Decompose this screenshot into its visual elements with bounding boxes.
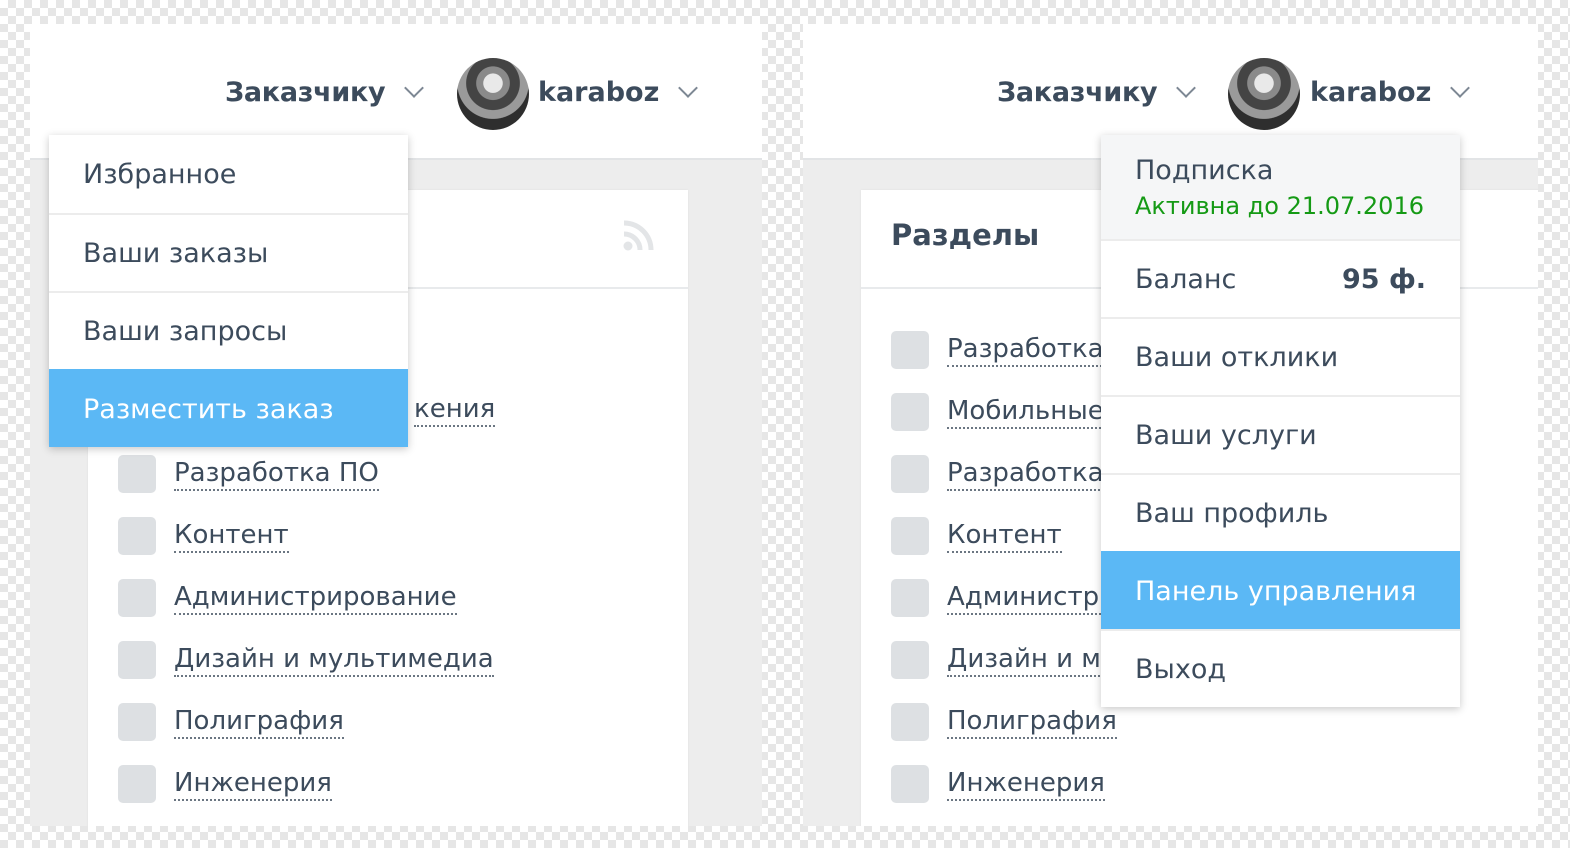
category-item[interactable]: Разработка ПО: [118, 454, 379, 494]
category-label: Разработка ПО: [174, 457, 379, 491]
category-item[interactable]: Администрирование: [118, 578, 457, 618]
category-item[interactable]: Администрир: [891, 578, 1133, 618]
category-checkbox[interactable]: [891, 703, 929, 741]
category-label: Полиграфия: [947, 705, 1117, 739]
category-checkbox[interactable]: [891, 455, 929, 493]
user-dropdown-menu: Подписка Активна до 21.07.2016 Баланс 95…: [1101, 135, 1460, 707]
customer-dropdown-menu: Избранное Ваши заказы Ваши запросы Разме…: [49, 135, 408, 447]
category-checkbox[interactable]: [891, 765, 929, 803]
category-checkbox[interactable]: [891, 641, 929, 679]
category-item[interactable]: кения: [414, 390, 496, 430]
avatar[interactable]: [1228, 58, 1300, 130]
category-item[interactable]: Разработка с: [891, 330, 1127, 370]
category-item[interactable]: Разработка П: [891, 454, 1132, 494]
card-title: Разделы: [891, 218, 1040, 252]
category-label: кения: [414, 393, 496, 427]
category-checkbox[interactable]: [118, 765, 156, 803]
subscription-block[interactable]: Подписка Активна до 21.07.2016: [1101, 135, 1460, 239]
category-item[interactable]: Дизайн и мультимедиа: [118, 640, 494, 680]
username: karaboz: [538, 76, 660, 108]
category-item[interactable]: Мобильные п: [891, 392, 1129, 432]
category-item[interactable]: Инженерия: [118, 764, 332, 804]
customer-nav-dropdown[interactable]: Заказчику: [225, 72, 425, 112]
user-menu-toggle[interactable]: karaboz: [538, 72, 699, 112]
category-checkbox[interactable]: [118, 455, 156, 493]
category-checkbox[interactable]: [891, 517, 929, 555]
customer-nav-dropdown[interactable]: Заказчику: [997, 72, 1197, 112]
category-item[interactable]: Полиграфия: [891, 702, 1117, 742]
avatar[interactable]: [457, 58, 529, 130]
category-label: Инженерия: [947, 767, 1105, 801]
category-label: Инженерия: [174, 767, 332, 801]
category-checkbox[interactable]: [118, 703, 156, 741]
category-checkbox[interactable]: [118, 579, 156, 617]
category-checkbox[interactable]: [891, 331, 929, 369]
category-item[interactable]: Полиграфия: [118, 702, 344, 742]
category-checkbox[interactable]: [891, 393, 929, 431]
menu-item-your-profile[interactable]: Ваш профиль: [1101, 473, 1460, 551]
menu-item-your-responses[interactable]: Ваши отклики: [1101, 317, 1460, 395]
category-label: Разработка с: [947, 333, 1127, 367]
category-item[interactable]: Контент: [891, 516, 1062, 556]
chevron-down-icon: [1450, 78, 1471, 98]
category-label: Дизайн и му: [947, 643, 1117, 677]
category-label: Контент: [947, 519, 1062, 553]
menu-item-your-requests[interactable]: Ваши запросы: [49, 291, 408, 369]
category-checkbox[interactable]: [891, 579, 929, 617]
category-label: Контент: [174, 519, 289, 553]
menu-item-logout[interactable]: Выход: [1101, 629, 1460, 707]
category-label: Полиграфия: [174, 705, 344, 739]
balance-row[interactable]: Баланс 95 ф.: [1101, 239, 1460, 317]
category-label: Дизайн и мультимедиа: [174, 643, 494, 677]
user-menu-toggle[interactable]: karaboz: [1310, 72, 1471, 112]
customer-nav-label: Заказчику: [997, 76, 1158, 108]
menu-item-control-panel[interactable]: Панель управления: [1101, 551, 1460, 629]
subscription-title: Подписка: [1135, 155, 1274, 186]
balance-value: 95 ф.: [1341, 263, 1426, 295]
category-item[interactable]: Инженерия: [891, 764, 1105, 804]
chevron-down-icon: [404, 78, 425, 98]
subscription-status: Активна до 21.07.2016: [1135, 192, 1424, 220]
menu-item-your-services[interactable]: Ваши услуги: [1101, 395, 1460, 473]
menu-item-favorites[interactable]: Избранное: [49, 135, 408, 213]
chevron-down-icon: [678, 78, 699, 98]
user-menu-panel: Заказчику karaboz Разделы Разработка с М…: [803, 24, 1538, 826]
balance-label: Баланс: [1135, 263, 1237, 295]
category-item[interactable]: Дизайн и му: [891, 640, 1117, 680]
customer-menu-panel: Заказчику karaboz кения Разработка ПО Ко…: [30, 24, 762, 826]
category-checkbox[interactable]: [118, 517, 156, 555]
menu-item-place-order[interactable]: Разместить заказ: [49, 369, 408, 447]
username: karaboz: [1310, 76, 1432, 108]
chevron-down-icon: [1176, 78, 1197, 98]
category-item[interactable]: Контент: [118, 516, 289, 556]
menu-item-your-orders[interactable]: Ваши заказы: [49, 213, 408, 291]
customer-nav-label: Заказчику: [225, 76, 386, 108]
category-checkbox[interactable]: [118, 641, 156, 679]
category-label: Администрирование: [174, 581, 457, 615]
rss-icon[interactable]: [622, 218, 656, 252]
